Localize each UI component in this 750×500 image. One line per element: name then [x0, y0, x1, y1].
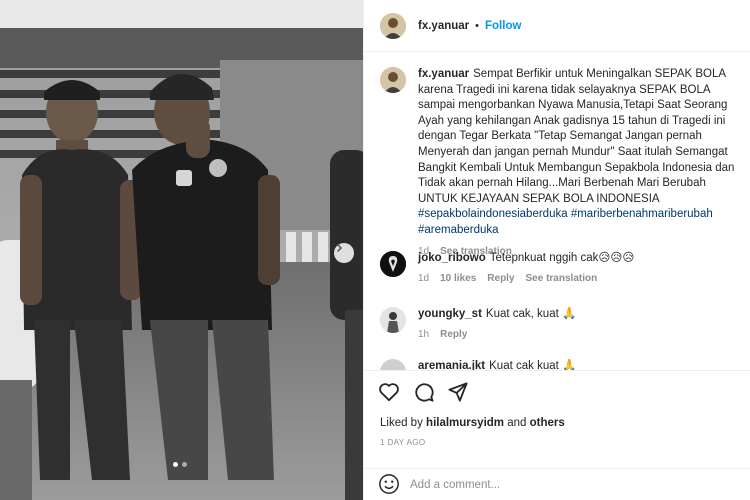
comment: joko_ribowo Tetepnkuat nggih cak😥😥😥 1d 10… [380, 251, 736, 284]
hashtag[interactable]: #aremaberduka [418, 224, 499, 236]
comment-icon [415, 383, 434, 402]
comment-username[interactable]: aremania.jkt [418, 360, 485, 370]
carousel-dots [173, 462, 187, 467]
comment: aremania.jkt Kuat cak kuat 🙏 [380, 359, 736, 370]
post-header: fx.yanuar • Follow [364, 0, 750, 52]
comment-likes[interactable]: 10 likes [440, 273, 476, 284]
emoji-button[interactable] [378, 473, 400, 498]
carousel-dot [173, 462, 178, 467]
follow-button[interactable]: Follow [485, 20, 521, 32]
add-comment-input[interactable] [410, 479, 710, 491]
post-username[interactable]: fx.yanuar [418, 20, 469, 32]
avatar[interactable] [380, 307, 406, 333]
comment-meta: 1d 10 likes Reply See translation [418, 273, 736, 284]
avatar[interactable] [380, 359, 406, 370]
post-photo[interactable] [0, 0, 363, 500]
avatar-image [380, 307, 406, 333]
see-translation-button[interactable]: See translation [526, 273, 598, 284]
photo-illustration [0, 0, 363, 500]
add-comment-bar [364, 468, 750, 500]
emoji-icon [379, 473, 399, 494]
comment-body: Kuat cak, kuat 🙏 [485, 308, 577, 320]
comment-username[interactable]: youngky_st [418, 308, 482, 320]
liked-others[interactable]: others [530, 417, 565, 429]
liked-and: and [507, 417, 527, 429]
separator-dot: • [475, 19, 479, 32]
comment: youngky_st Kuat cak, kuat 🙏 1h Reply [380, 307, 736, 340]
caption-text: fx.yanuar Sempat Berfikir untuk Meningalk… [418, 67, 736, 239]
comment-body: Kuat cak kuat 🙏 [489, 360, 577, 370]
chevron-right-icon [336, 243, 343, 253]
avatar-image [380, 67, 406, 93]
caption-body: Sempat Berfikir untuk Meningalkan SEPAK … [418, 68, 735, 205]
hashtag[interactable]: #sepakbolaindonesiaberduka [418, 208, 568, 220]
avatar[interactable] [380, 67, 406, 93]
comment-username[interactable]: joko_ribowo [418, 252, 486, 264]
action-icons [378, 382, 468, 405]
share-icon [448, 382, 468, 402]
comment-text: joko_ribowo Tetepnkuat nggih cak😥😥😥 [418, 251, 736, 267]
post-side-panel: fx.yanuar • Follow fx.yanuar Sempat Berfi… [363, 0, 750, 500]
caption-username[interactable]: fx.yanuar [418, 68, 469, 80]
comments-list[interactable]: fx.yanuar Sempat Berfikir untuk Meningalk… [364, 53, 750, 370]
share-button[interactable] [448, 382, 468, 405]
liked-by: Liked by hilalmursyidm and others [380, 417, 565, 429]
black-ribbon-icon [380, 251, 406, 277]
carousel-dot [182, 462, 187, 467]
caption: fx.yanuar Sempat Berfikir untuk Meningalk… [380, 67, 736, 257]
comment-age: 1h [418, 328, 430, 340]
reply-button[interactable]: Reply [487, 273, 514, 284]
next-slide-button[interactable] [334, 243, 354, 263]
avatar-image [380, 12, 406, 39]
avatar[interactable] [380, 251, 406, 277]
post-timestamp[interactable]: 1 DAY AGO [380, 438, 426, 447]
liked-user[interactable]: hilalmursyidm [426, 417, 504, 429]
avatar[interactable] [380, 12, 406, 39]
reply-button[interactable]: Reply [440, 329, 467, 340]
comment-text: youngky_st Kuat cak, kuat 🙏 [418, 307, 736, 323]
like-button[interactable] [378, 382, 400, 405]
liked-prefix: Liked by [380, 417, 423, 429]
heart-icon [379, 383, 399, 402]
comment-meta: 1h Reply [418, 329, 736, 340]
comment-age: 1d [418, 272, 430, 284]
comment-text: aremania.jkt Kuat cak kuat 🙏 [418, 359, 736, 370]
post-actions: Liked by hilalmursyidm and others 1 DAY … [364, 370, 750, 500]
comment-button[interactable] [414, 382, 434, 405]
comment-body: Tetepnkuat nggih cak😥😥😥 [489, 252, 635, 264]
hashtag[interactable]: #mariberbenahmariberubah [571, 208, 713, 220]
